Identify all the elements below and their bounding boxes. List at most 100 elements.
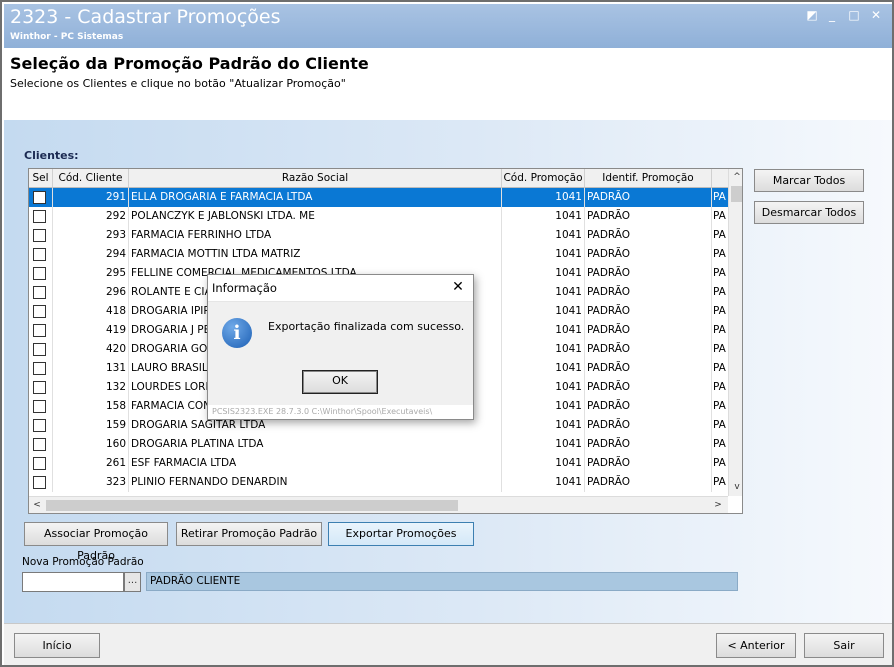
scroll-left-icon[interactable]: < — [29, 497, 45, 513]
table-row[interactable]: 261 ESF FARMACIA LTDA 1041 PADRÃO PA — [29, 454, 728, 473]
nova-promocao-input[interactable] — [22, 572, 124, 592]
cod-promocao-cell: 1041 — [502, 207, 585, 226]
column-header-sel[interactable]: Sel — [29, 169, 53, 188]
vertical-scrollbar[interactable]: ^ v — [728, 169, 742, 496]
cod-promocao-cell: 1041 — [502, 340, 585, 359]
marcar-todos-button[interactable]: Marcar Todos — [754, 169, 864, 192]
retirar-promocao-button[interactable]: Retirar Promoção Padrão — [176, 522, 322, 546]
sel-cell — [29, 397, 53, 416]
row-checkbox[interactable] — [33, 419, 46, 432]
vertical-scroll-thumb[interactable] — [731, 186, 742, 202]
extra-cell: PA — [713, 457, 726, 469]
column-header-extra[interactable] — [712, 169, 728, 188]
extra-cell: PA — [713, 229, 726, 241]
row-checkbox[interactable] — [33, 362, 46, 375]
sel-cell — [29, 321, 53, 340]
sel-cell — [29, 245, 53, 264]
cod-cliente-cell: 294 — [53, 245, 129, 264]
row-checkbox[interactable] — [33, 191, 46, 204]
cod-promocao-cell: 1041 — [502, 416, 585, 435]
row-checkbox[interactable] — [33, 400, 46, 413]
horizontal-scroll-thumb[interactable] — [46, 500, 458, 511]
window-title: 2323 - Cadastrar Promoções — [10, 6, 281, 28]
minimize-button[interactable]: _ — [824, 7, 840, 23]
extra-cell: PA — [713, 400, 726, 412]
razao-social-cell: PLINIO FERNANDO DENARDIN — [129, 473, 502, 492]
sel-cell — [29, 207, 53, 226]
row-checkbox[interactable] — [33, 229, 46, 242]
extra-cell: PA — [713, 476, 726, 488]
sel-cell — [29, 283, 53, 302]
sair-button[interactable]: Sair — [804, 633, 884, 658]
identif-promocao-cell: PADRÃO — [585, 302, 712, 321]
identif-promocao-cell: PADRÃO — [585, 454, 712, 473]
table-row[interactable]: 293 FARMACIA FERRINHO LTDA 1041 PADRÃO PA — [29, 226, 728, 245]
desmarcar-todos-button[interactable]: Desmarcar Todos — [754, 201, 864, 224]
table-row[interactable]: 160 DROGARIA PLATINA LTDA 1041 PADRÃO PA — [29, 435, 728, 454]
sel-cell — [29, 473, 53, 492]
cod-promocao-cell: 1041 — [502, 302, 585, 321]
row-checkbox[interactable] — [33, 324, 46, 337]
extra-cell: PA — [713, 267, 726, 279]
horizontal-scrollbar[interactable]: < > — [29, 496, 728, 513]
column-header-cod-cliente[interactable]: Cód. Cliente — [53, 169, 129, 188]
scroll-up-icon[interactable]: ^ — [729, 169, 742, 185]
sel-cell — [29, 416, 53, 435]
razao-social-cell: ELLA DROGARIA E FARMACIA LTDA — [129, 188, 502, 207]
cod-promocao-cell: 1041 — [502, 397, 585, 416]
column-header-cod-promocao[interactable]: Cód. Promoção — [502, 169, 585, 188]
cod-promocao-cell: 1041 — [502, 321, 585, 340]
maximize-button[interactable]: □ — [846, 7, 862, 23]
scroll-down-icon[interactable]: v — [729, 479, 742, 495]
row-checkbox[interactable] — [33, 267, 46, 280]
cod-promocao-cell: 1041 — [502, 283, 585, 302]
table-row[interactable]: 291 ELLA DROGARIA E FARMACIA LTDA 1041 PADR… — [29, 188, 728, 207]
cod-promocao-cell: 1041 — [502, 454, 585, 473]
inicio-button[interactable]: Início — [14, 633, 100, 658]
row-checkbox[interactable] — [33, 343, 46, 356]
restore-icon[interactable]: ◩ — [804, 7, 820, 23]
row-checkbox[interactable] — [33, 457, 46, 470]
identif-promocao-cell: PADRÃO — [585, 473, 712, 492]
cod-cliente-cell: 132 — [53, 378, 129, 397]
cod-cliente-cell: 295 — [53, 264, 129, 283]
razao-social-cell: FARMACIA FERRINHO LTDA — [129, 226, 502, 245]
title-bar[interactable]: 2323 - Cadastrar Promoções Winthor - PC … — [4, 4, 892, 48]
dialog-message: Exportação finalizada com sucesso. — [268, 320, 465, 333]
exportar-promocoes-button[interactable]: Exportar Promoções — [328, 522, 474, 546]
extra-cell: PA — [713, 381, 726, 393]
nova-promocao-label: Nova Promoção Padrão — [22, 556, 144, 568]
ok-button[interactable]: OK — [302, 370, 378, 394]
lookup-button[interactable]: ... — [124, 572, 141, 592]
cod-promocao-cell: 1041 — [502, 378, 585, 397]
extra-cell: PA — [713, 305, 726, 317]
table-row[interactable]: 292 POLANCZYK E JABLONSKI LTDA. ME 1041 PAD… — [29, 207, 728, 226]
row-checkbox[interactable] — [33, 248, 46, 261]
scroll-right-icon[interactable]: > — [710, 497, 726, 513]
extra-cell: PA — [713, 191, 726, 203]
identif-promocao-cell: PADRÃO — [585, 359, 712, 378]
identif-promocao-cell: PADRÃO — [585, 321, 712, 340]
row-checkbox[interactable] — [33, 210, 46, 223]
associar-promocao-button[interactable]: Associar Promoção Padrão — [24, 522, 168, 562]
row-checkbox[interactable] — [33, 476, 46, 489]
razao-social-cell: FARMACIA MOTTIN LTDA MATRIZ — [129, 245, 502, 264]
sel-cell — [29, 378, 53, 397]
cod-promocao-cell: 1041 — [502, 473, 585, 492]
identif-promocao-cell: PADRÃO — [585, 245, 712, 264]
row-checkbox[interactable] — [33, 286, 46, 299]
sel-cell — [29, 435, 53, 454]
column-header-razao-social[interactable]: Razão Social — [129, 169, 502, 188]
row-checkbox[interactable] — [33, 381, 46, 394]
close-icon[interactable]: ✕ — [449, 278, 467, 296]
column-header-identif-promocao[interactable]: Identif. Promoção — [585, 169, 712, 188]
anterior-button[interactable]: < Anterior — [716, 633, 796, 658]
close-button[interactable]: ✕ — [868, 7, 884, 23]
row-checkbox[interactable] — [33, 438, 46, 451]
cod-cliente-cell: 323 — [53, 473, 129, 492]
row-checkbox[interactable] — [33, 305, 46, 318]
identif-promocao-cell: PADRÃO — [585, 226, 712, 245]
razao-social-cell: POLANCZYK E JABLONSKI LTDA. ME — [129, 207, 502, 226]
table-row[interactable]: 323 PLINIO FERNANDO DENARDIN 1041 PADRÃO PA — [29, 473, 728, 492]
table-row[interactable]: 294 FARMACIA MOTTIN LTDA MATRIZ 1041 PADRÃO… — [29, 245, 728, 264]
